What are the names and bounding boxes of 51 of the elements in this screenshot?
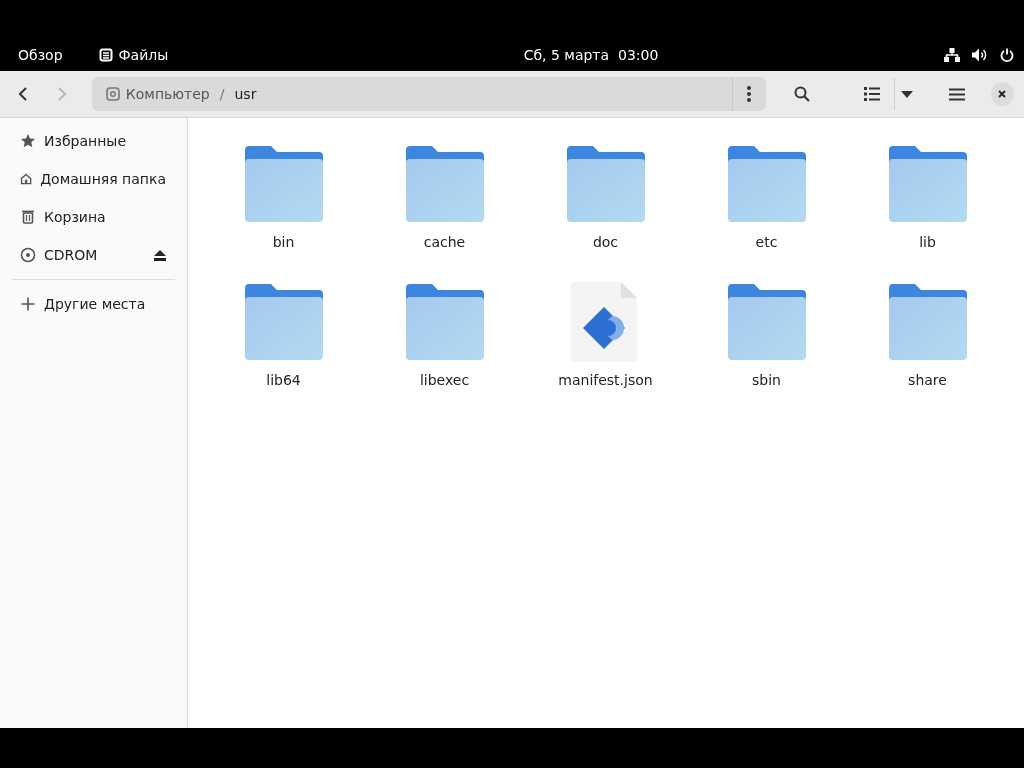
activities-button[interactable]: Обзор [18,46,63,63]
sidebar-item[interactable]: Другие места [0,285,186,323]
sidebar-item[interactable]: Избранные [0,122,186,160]
file-item[interactable]: bin [203,144,364,282]
file-item[interactable]: lib64 [203,282,364,420]
file-item[interactable]: cache [364,144,525,282]
app-icon [98,47,113,62]
dropdown-icon [900,90,913,98]
eject-button[interactable] [154,249,166,261]
path-button[interactable]: usr [230,86,261,102]
folder-icon [404,282,485,362]
file-item[interactable]: libexec [364,282,525,420]
file-item[interactable]: lib [847,144,1008,282]
forward-icon [57,86,68,102]
back-icon [18,86,29,102]
folder-icon [887,282,968,362]
power-icon [1000,47,1014,62]
star-icon [20,133,36,149]
drive-icon [105,87,120,101]
disc-icon [20,247,36,263]
sidebar-item[interactable]: Домашняя папка [0,160,186,198]
sidebar-item[interactable]: CDROM [0,236,186,274]
close-button[interactable] [990,82,1014,106]
folder-icon [404,144,485,224]
folder-icon [887,144,968,224]
clock[interactable]: Сб, 5 марта 03:00 [348,46,944,63]
file-item[interactable]: manifest.json [525,282,686,420]
folder-icon [243,144,324,224]
folder-icon [726,282,807,362]
path-separator: / [218,86,226,102]
list-icon [863,87,880,101]
folder-icon [243,282,324,362]
file-item[interactable]: sbin [686,282,847,420]
app-menu[interactable]: Файлы [118,46,169,63]
plus-icon [20,296,36,312]
more-icon [747,86,752,102]
folder-icon [726,144,807,224]
path-button[interactable]: Компьютер [101,86,214,102]
folder-icon [565,144,646,224]
close-icon [998,90,1007,98]
menu-icon [948,87,965,101]
file-item[interactable]: share [847,282,1008,420]
file-item[interactable]: etc [686,144,847,282]
eject-icon [154,249,166,261]
search-icon [793,86,810,102]
sidebar-item[interactable]: Корзина [0,198,186,236]
trash-icon [20,209,36,225]
network-icon [944,47,960,62]
home-icon [20,171,33,187]
file-item[interactable]: doc [525,144,686,282]
volume-icon [972,47,988,62]
